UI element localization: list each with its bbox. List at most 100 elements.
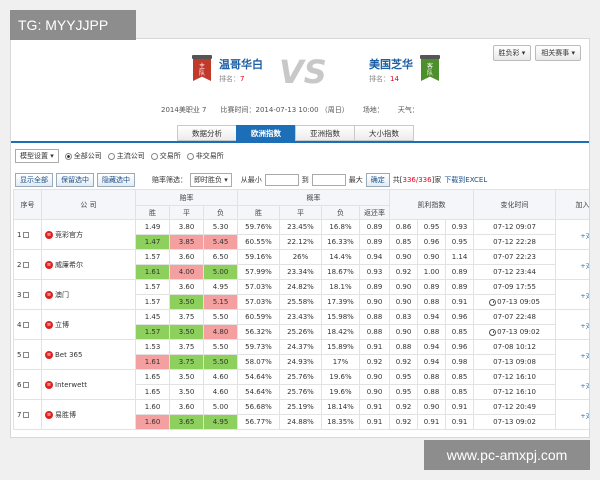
table-row: 1 ≡ 竞彩官方 1.49 3.80 5.30 59.76% 23.45% 16.8% 0.89 0… xyxy=(13,219,589,250)
company-name[interactable]: ≡ 澳门 xyxy=(41,279,136,310)
row-checkbox[interactable] xyxy=(23,351,30,358)
away-team-name[interactable]: 美国芝华 xyxy=(369,56,413,72)
prob-cell: 60.55% xyxy=(237,234,280,250)
prob-cell: 0.91 xyxy=(359,399,390,415)
row-checkbox[interactable] xyxy=(23,321,30,328)
min-input[interactable] xyxy=(264,174,299,186)
row-index[interactable]: 1 xyxy=(13,219,42,250)
change-time-cell[interactable]: 07-09 17:55 xyxy=(473,279,557,295)
prob-cell: 59.16% xyxy=(237,249,280,265)
header-company[interactable]: 公 司 xyxy=(41,189,136,220)
home-team-name[interactable]: 温哥华白 xyxy=(219,56,263,72)
change-time-cell[interactable]: 07-13 09:02 xyxy=(473,414,557,430)
show-all-button[interactable]: 显示全部 xyxy=(15,173,53,187)
prob-cell: 24.88% xyxy=(279,414,322,430)
odds-page: 胜负彩 ▾ 相关赛事 ▾ 主 队 温哥华白 排名：7 VS 美国芝华 排名：14… xyxy=(10,38,590,438)
add-compare-link[interactable]: +对比 xyxy=(555,309,589,340)
home-team[interactable]: 主 队 温哥华白 排名：7 xyxy=(191,55,263,85)
row-checkbox[interactable] xyxy=(23,261,30,268)
odds-cell: 3.50 xyxy=(169,384,204,400)
kelly-cell: 0.98 xyxy=(444,354,475,370)
kelly-cell: 0.95 xyxy=(389,369,418,385)
odds-cell: 1.49 xyxy=(135,219,170,235)
filter-toolbar: 显示全部 保留选中 隐藏选中 赔率筛选： 即时胜负 ▾ 从最小 到 最大 确定 … xyxy=(15,173,487,187)
row-checkbox[interactable] xyxy=(23,411,30,418)
company-name[interactable]: ≡ Bet 365 xyxy=(41,339,136,370)
row-checkbox[interactable] xyxy=(23,291,30,298)
change-time-cell[interactable]: 07-12 09:07 xyxy=(473,219,557,235)
row-checkbox[interactable] xyxy=(23,381,30,388)
odds-cell: 5.50 xyxy=(203,309,238,325)
change-time-cell[interactable]: 07-12 23:44 xyxy=(473,264,557,280)
model-settings-select[interactable]: 模型设置 ▾ xyxy=(15,149,59,163)
tab-data-analysis[interactable]: 数据分析 xyxy=(177,125,237,141)
change-time-cell[interactable]: 07-12 16:10 xyxy=(473,384,557,400)
radio-exchanges[interactable]: 交易所 xyxy=(150,151,181,161)
kelly-cell: 0.92 xyxy=(389,399,418,415)
prob-cell: 57.03% xyxy=(237,279,280,295)
prob-cell: 54.64% xyxy=(237,369,280,385)
row-index[interactable]: 7 xyxy=(13,399,42,430)
add-compare-link[interactable]: +对比 xyxy=(555,399,589,430)
prob-cell: 25.58% xyxy=(279,294,322,310)
company-name[interactable]: ≡ 竞彩官方 xyxy=(41,219,136,250)
prob-cell: 0.90 xyxy=(359,369,390,385)
odds-filter-label: 赔率筛选： xyxy=(152,176,187,184)
change-time-cell[interactable]: 07-12 22:28 xyxy=(473,234,557,250)
row-index[interactable]: 2 xyxy=(13,249,42,280)
away-team[interactable]: 美国芝华 排名：14 客 队 xyxy=(369,55,441,85)
company-name[interactable]: ≡ Interwett xyxy=(41,369,136,400)
change-time-cell[interactable]: 07-13 09:05 xyxy=(473,294,557,310)
header-odds-draw: 平 xyxy=(169,205,204,220)
row-index[interactable]: 6 xyxy=(13,369,42,400)
kelly-cell: 0.95 xyxy=(389,384,418,400)
change-time-cell[interactable]: 07-07 22:23 xyxy=(473,249,557,265)
odds-cell: 1.57 xyxy=(135,249,170,265)
odds-cell: 1.65 xyxy=(135,369,170,385)
prob-cell: 0.94 xyxy=(359,249,390,265)
radio-main-companies[interactable]: 主流公司 xyxy=(107,151,145,161)
away-flag-icon: 客 队 xyxy=(419,55,441,85)
odds-cell: 3.75 xyxy=(169,354,204,370)
odds-cell: 4.60 xyxy=(203,384,238,400)
company-name[interactable]: ≡ 威廉希尔 xyxy=(41,249,136,280)
add-compare-link[interactable]: +对比 xyxy=(555,219,589,250)
change-time-cell[interactable]: 07-12 20:49 xyxy=(473,399,557,415)
odds-table: 序号 公 司 赔率 概率 凯利指数 变化时间 加入对比 胜 平 负 胜 平 负 … xyxy=(13,189,589,430)
change-time-cell[interactable]: 07-12 16:10 xyxy=(473,369,557,385)
add-compare-link[interactable]: +对比 xyxy=(555,369,589,400)
change-time-cell[interactable]: 07-13 09:02 xyxy=(473,324,557,340)
row-index[interactable]: 5 xyxy=(13,339,42,370)
company-name[interactable]: ≡ 立博 xyxy=(41,309,136,340)
radio-non-exchanges[interactable]: 非交易所 xyxy=(186,151,224,161)
clock-icon xyxy=(489,328,497,336)
prob-cell: 23.43% xyxy=(279,309,322,325)
header-change-time: 变化时间 xyxy=(473,189,557,220)
prob-cell: 15.98% xyxy=(321,309,360,325)
prob-cell: 17.39% xyxy=(321,294,360,310)
company-name[interactable]: ≡ 易胜博 xyxy=(41,399,136,430)
kelly-cell: 0.83 xyxy=(389,309,418,325)
tab-over-under[interactable]: 大小指数 xyxy=(354,125,414,141)
change-time-cell[interactable]: 07-07 22:48 xyxy=(473,309,557,325)
row-checkbox[interactable] xyxy=(23,231,30,238)
prob-cell: 18.14% xyxy=(321,399,360,415)
add-compare-link[interactable]: +对比 xyxy=(555,279,589,310)
keep-selected-button[interactable]: 保留选中 xyxy=(56,173,94,187)
venue: 场地： xyxy=(362,106,384,114)
confirm-button[interactable]: 确定 xyxy=(365,173,390,187)
change-time-cell[interactable]: 07-08 10:12 xyxy=(473,339,557,355)
max-input[interactable] xyxy=(311,174,346,186)
change-time-cell[interactable]: 07-13 09:08 xyxy=(473,354,557,370)
prob-cell: 0.91 xyxy=(359,414,390,430)
add-compare-link[interactable]: +对比 xyxy=(555,249,589,280)
radio-all-companies[interactable]: 全部公司 xyxy=(64,151,102,161)
row-index[interactable]: 4 xyxy=(13,309,42,340)
tab-euro-odds[interactable]: 欧洲指数 xyxy=(236,125,296,141)
odds-filter-select[interactable]: 即时胜负 ▾ xyxy=(190,173,232,187)
add-compare-link[interactable]: +对比 xyxy=(555,339,589,370)
download-excel-link[interactable]: 下载到EXCEL xyxy=(444,175,487,185)
hide-selected-button[interactable]: 隐藏选中 xyxy=(97,173,135,187)
row-index[interactable]: 3 xyxy=(13,279,42,310)
tab-asian-handicap[interactable]: 亚洲指数 xyxy=(295,125,355,141)
